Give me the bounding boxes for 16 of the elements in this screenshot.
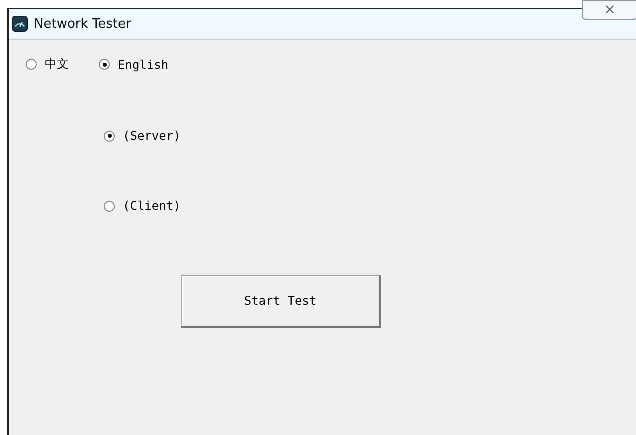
radio-label: English (118, 58, 169, 72)
radio-label: (Client) (123, 199, 181, 213)
close-button[interactable]: × (582, 0, 636, 20)
radio-label: 中文 (45, 56, 69, 73)
language-radio[interactable]: English (99, 56, 169, 73)
radio-icon[interactable] (26, 59, 37, 70)
gauge-icon (12, 16, 28, 32)
radio-icon[interactable] (104, 130, 115, 142)
radio-icon[interactable] (104, 200, 115, 212)
mode-radio[interactable]: (Server) (104, 129, 636, 143)
radio-icon[interactable] (99, 59, 110, 70)
start-test-button[interactable]: Start Test (181, 275, 381, 328)
radio-label: (Server) (123, 129, 181, 143)
mode-radio[interactable]: (Client) (104, 199, 636, 213)
window-title: Network Tester (34, 16, 132, 32)
language-radio[interactable]: 中文 (26, 56, 69, 73)
